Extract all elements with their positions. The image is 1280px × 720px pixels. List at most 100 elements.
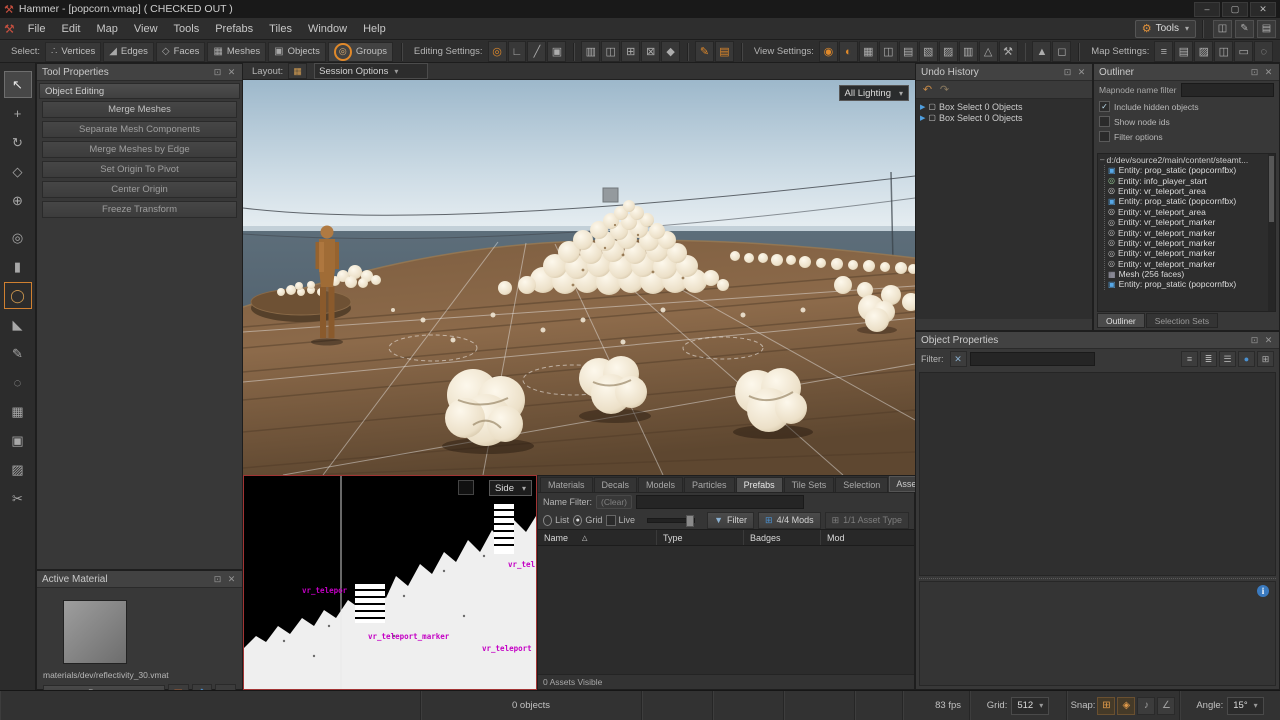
select-mode-vertices[interactable]: ∴Vertices: [45, 42, 101, 62]
scrollbar-thumb[interactable]: [1269, 156, 1274, 222]
filter-options-checkbox[interactable]: [1099, 131, 1110, 142]
minimize-button[interactable]: –: [1194, 2, 1220, 17]
asset-type-button[interactable]: ⊞ 1/1 Asset Type: [825, 512, 909, 529]
tree-node[interactable]: ◎Entity: vr_teleport_area: [1105, 186, 1275, 196]
tab-particles[interactable]: Particles: [684, 477, 735, 492]
redo-icon[interactable]: ↷: [937, 83, 952, 96]
viewport-2d-side[interactable]: vr_telepor vr_teleport_marker vr_telepor…: [243, 475, 537, 690]
editing-setting-icon-2[interactable]: ∟: [508, 41, 527, 62]
translate-tool-icon[interactable]: +: [4, 100, 32, 127]
set-origin-to-pivot-button[interactable]: Set Origin To Pivot: [42, 161, 237, 178]
tree-root[interactable]: – d:/dev/source2/main/content/steamt...: [1098, 154, 1275, 165]
snap-angle-icon[interactable]: ∠: [1157, 697, 1175, 715]
include-hidden-row[interactable]: ✓ Include hidden objects: [1094, 99, 1279, 114]
viewport-3d[interactable]: All Lighting ▾: [243, 80, 915, 475]
select-mode-meshes[interactable]: ▦Meshes: [207, 42, 266, 62]
view-setting-icon-7[interactable]: ▨: [939, 41, 958, 62]
tab-tile-sets[interactable]: Tile Sets: [784, 477, 835, 492]
layout-grid-icon[interactable]: ▦: [288, 63, 307, 79]
merge-meshes-button[interactable]: Merge Meshes: [42, 101, 237, 118]
entity-tool-icon[interactable]: ⊕: [4, 187, 32, 214]
rotate-tool-icon[interactable]: ↻: [4, 129, 32, 156]
mods-button[interactable]: ⊞ 4/4 Mods: [758, 512, 821, 529]
object-editing-section[interactable]: Object Editing: [39, 83, 240, 99]
editing-setting-icon-8[interactable]: ⊠: [641, 41, 660, 62]
pin-icon[interactable]: ⊡: [1249, 335, 1260, 346]
light-tool-icon[interactable]: ◎: [4, 224, 32, 251]
editing-setting-icon-5[interactable]: ▥: [581, 41, 600, 62]
tab-models[interactable]: Models: [638, 477, 683, 492]
mapnode-filter-input[interactable]: [1181, 83, 1275, 97]
select-mode-edges[interactable]: ◢Edges: [103, 42, 154, 62]
tree-node[interactable]: ◎Entity: vr_teleport_marker: [1105, 259, 1275, 269]
editing-setting-icon-4[interactable]: ▣: [547, 41, 566, 62]
clip-tool-icon[interactable]: ✂: [4, 485, 32, 512]
angle-dropdown[interactable]: 15° ▾: [1227, 697, 1263, 715]
close-icon[interactable]: ✕: [226, 574, 237, 585]
properties-filter-input[interactable]: [970, 352, 1095, 366]
map-setting-icon-1[interactable]: ≡: [1154, 41, 1173, 62]
tab-outliner[interactable]: Outliner: [1097, 313, 1145, 328]
view-setting-icon-9[interactable]: △: [979, 41, 998, 62]
editing-setting-icon-1[interactable]: ◎: [488, 41, 507, 62]
menu-tiles[interactable]: Tiles: [261, 21, 300, 37]
asset-list[interactable]: [538, 546, 914, 674]
pen-tool-icon[interactable]: ✎: [4, 340, 32, 367]
filter-button[interactable]: ▼ Filter: [707, 512, 754, 529]
menu-file[interactable]: File: [20, 21, 54, 37]
menu-tools[interactable]: Tools: [166, 21, 208, 37]
outliner-tree[interactable]: – d:/dev/source2/main/content/steamt... …: [1097, 153, 1276, 312]
merge-meshes-by-edge-button[interactable]: Merge Meshes by Edge: [42, 141, 237, 158]
tree-node[interactable]: ◎Entity: vr_teleport_area: [1105, 207, 1275, 217]
sphere-tool-icon[interactable]: ◌: [4, 369, 32, 396]
slider-thumb[interactable]: [686, 515, 694, 527]
editing-setting-icon-3[interactable]: ╱: [527, 41, 546, 62]
thumbnail-size-slider[interactable]: [647, 518, 695, 523]
column-mod[interactable]: Mod: [821, 530, 914, 545]
map-setting-icon-4[interactable]: ◫: [1214, 41, 1233, 62]
list-radio[interactable]: [543, 515, 552, 526]
live-checkbox[interactable]: [606, 515, 615, 526]
snap-note-icon[interactable]: ♪: [1137, 697, 1155, 715]
tree-node[interactable]: ▣Entity: prop_static (popcornfbx): [1105, 196, 1275, 206]
select-mode-faces[interactable]: ◇Faces: [156, 42, 206, 62]
menu-view[interactable]: View: [126, 21, 166, 37]
row-view-icon[interactable]: ≡: [1181, 351, 1198, 367]
tab-selection[interactable]: Selection: [835, 477, 888, 492]
freeze-transform-button[interactable]: Freeze Transform: [42, 201, 237, 218]
name-filter-input[interactable]: [636, 495, 804, 509]
close-icon[interactable]: ✕: [1076, 67, 1087, 78]
material-thumbnail[interactable]: [63, 600, 127, 664]
grid-size-dropdown[interactable]: 512 ▾: [1011, 697, 1049, 715]
clear-filter-button[interactable]: (Clear): [596, 495, 632, 509]
view-setting-icon-11[interactable]: ▲: [1032, 41, 1051, 62]
pin-icon[interactable]: ⊡: [212, 574, 223, 585]
swatch-icon[interactable]: ▤: [1257, 20, 1276, 38]
pin-icon[interactable]: ⊡: [1249, 67, 1260, 78]
maximize-button[interactable]: ▢: [1222, 2, 1248, 17]
view-setting-icon-10[interactable]: ⚒: [999, 41, 1018, 62]
view-setting-icon-4[interactable]: ◫: [879, 41, 898, 62]
map-setting-icon-2[interactable]: ▤: [1174, 41, 1193, 62]
menu-edit[interactable]: Edit: [54, 21, 89, 37]
close-button[interactable]: ✕: [1250, 2, 1276, 17]
snap-grid-icon[interactable]: ⊞: [1097, 697, 1115, 715]
lighting-mode-dropdown[interactable]: All Lighting ▾: [839, 85, 910, 101]
grid-radio[interactable]: ●: [573, 515, 582, 526]
undo-entry[interactable]: ▶ ▢ Box Select 0 Objects: [916, 101, 1092, 112]
select-mode-groups[interactable]: ◎Groups: [328, 42, 393, 62]
collapse-icon[interactable]: –: [1100, 155, 1104, 164]
view-setting-icon-2[interactable]: ◐: [839, 41, 858, 62]
view-setting-icon-12[interactable]: ◻: [1052, 41, 1071, 62]
view-setting-icon-6[interactable]: ▧: [919, 41, 938, 62]
displacement-tool-icon[interactable]: ▨: [4, 456, 32, 483]
close-icon[interactable]: ✕: [1263, 335, 1274, 346]
view-mode-dropdown[interactable]: Side ▾: [489, 480, 532, 496]
view-setting-icon-1[interactable]: ◉: [819, 41, 838, 62]
pin-icon[interactable]: ⊡: [1062, 67, 1073, 78]
scale-tool-icon[interactable]: ◇: [4, 158, 32, 185]
editing-setting-icon-6[interactable]: ◫: [601, 41, 620, 62]
info-icon[interactable]: i: [1257, 585, 1269, 597]
tree-view-icon[interactable]: ≣: [1200, 351, 1217, 367]
pin-icon[interactable]: ⊡: [212, 67, 223, 78]
